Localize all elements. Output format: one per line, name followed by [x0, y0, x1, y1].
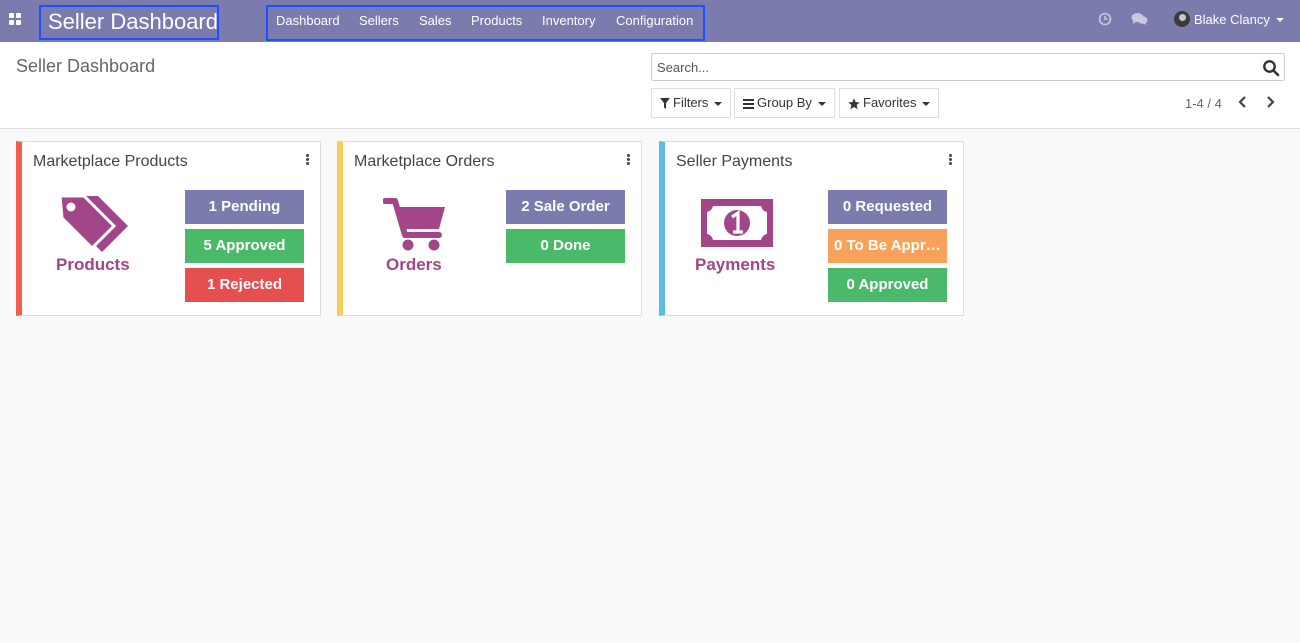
payments-card: Seller Payments Payments 0 Requested 0 T…	[659, 141, 964, 316]
menu-item-products[interactable]: Products	[471, 13, 522, 28]
menu-item-inventory[interactable]: Inventory	[542, 13, 595, 28]
star-icon	[848, 97, 860, 109]
group-by-button[interactable]: Group By	[734, 88, 835, 118]
breadcrumb: Seller Dashboard	[16, 56, 156, 76]
sale-order-button[interactable]: 2 Sale Order	[506, 190, 625, 224]
user-name: Blake Clancy	[1194, 12, 1270, 27]
card-title: Seller Payments	[676, 153, 793, 170]
chevron-right-icon[interactable]	[1263, 94, 1277, 110]
chevron-down-icon	[714, 101, 723, 106]
search-box	[651, 53, 1285, 81]
group-by-label: Group By	[757, 95, 812, 110]
filter-icon	[660, 98, 670, 110]
approved-button[interactable]: 0 Approved	[828, 268, 947, 302]
app-title[interactable]: Seller Dashboard	[39, 5, 219, 40]
menu-item-dashboard[interactable]: Dashboard	[276, 13, 340, 28]
main-navbar: Seller Dashboard Dashboard Sellers Sales…	[0, 0, 1300, 42]
menu-item-configuration[interactable]: Configuration	[616, 13, 693, 28]
approved-button[interactable]: 5 Approved	[185, 229, 304, 263]
menu-item-sales[interactable]: Sales	[419, 13, 452, 28]
search-icon[interactable]	[1262, 59, 1280, 77]
card-title: Marketplace Orders	[354, 153, 495, 170]
favorites-label: Favorites	[863, 95, 917, 110]
to-be-approved-button[interactable]: 0 To Be Approved	[828, 229, 947, 263]
apps-grid-icon[interactable]	[9, 13, 23, 27]
kebab-menu-icon[interactable]	[947, 154, 953, 166]
requested-button[interactable]: 0 Requested	[828, 190, 947, 224]
favorites-button[interactable]: Favorites	[839, 88, 940, 118]
search-input[interactable]	[657, 59, 1247, 75]
money-icon[interactable]	[701, 199, 773, 247]
chevron-left-icon[interactable]	[1236, 94, 1250, 110]
pending-button[interactable]: 1 Pending	[185, 190, 304, 224]
chat-icon[interactable]	[1131, 12, 1148, 26]
orders-card: Marketplace Orders Orders 2 Sale Order 0…	[337, 141, 642, 316]
card-label[interactable]: Payments	[695, 255, 775, 275]
menu-item-sellers[interactable]: Sellers	[359, 13, 399, 28]
done-button[interactable]: 0 Done	[506, 229, 625, 263]
rejected-button[interactable]: 1 Rejected	[185, 268, 304, 302]
clock-icon[interactable]	[1098, 12, 1112, 26]
card-title: Marketplace Products	[33, 153, 188, 170]
control-panel: Seller Dashboard Filters Group By Favori…	[0, 42, 1300, 129]
kebab-menu-icon[interactable]	[304, 154, 310, 166]
kebab-menu-icon[interactable]	[625, 154, 631, 166]
top-menu: Dashboard Sellers Sales Products Invento…	[266, 5, 705, 41]
filters-button[interactable]: Filters	[651, 88, 732, 118]
chevron-down-icon	[1276, 18, 1284, 22]
card-label[interactable]: Products	[56, 255, 130, 275]
tags-icon[interactable]	[58, 194, 130, 254]
chevron-down-icon	[817, 101, 826, 106]
products-card: Marketplace Products Products 1 Pending …	[16, 141, 321, 316]
card-label[interactable]: Orders	[386, 255, 442, 275]
filters-label: Filters	[673, 95, 709, 110]
avatar	[1174, 11, 1190, 27]
shopping-cart-icon[interactable]	[383, 197, 447, 253]
pager-value[interactable]: 1-4 / 4	[1185, 96, 1222, 111]
chevron-down-icon	[922, 101, 931, 106]
list-icon	[743, 98, 754, 109]
